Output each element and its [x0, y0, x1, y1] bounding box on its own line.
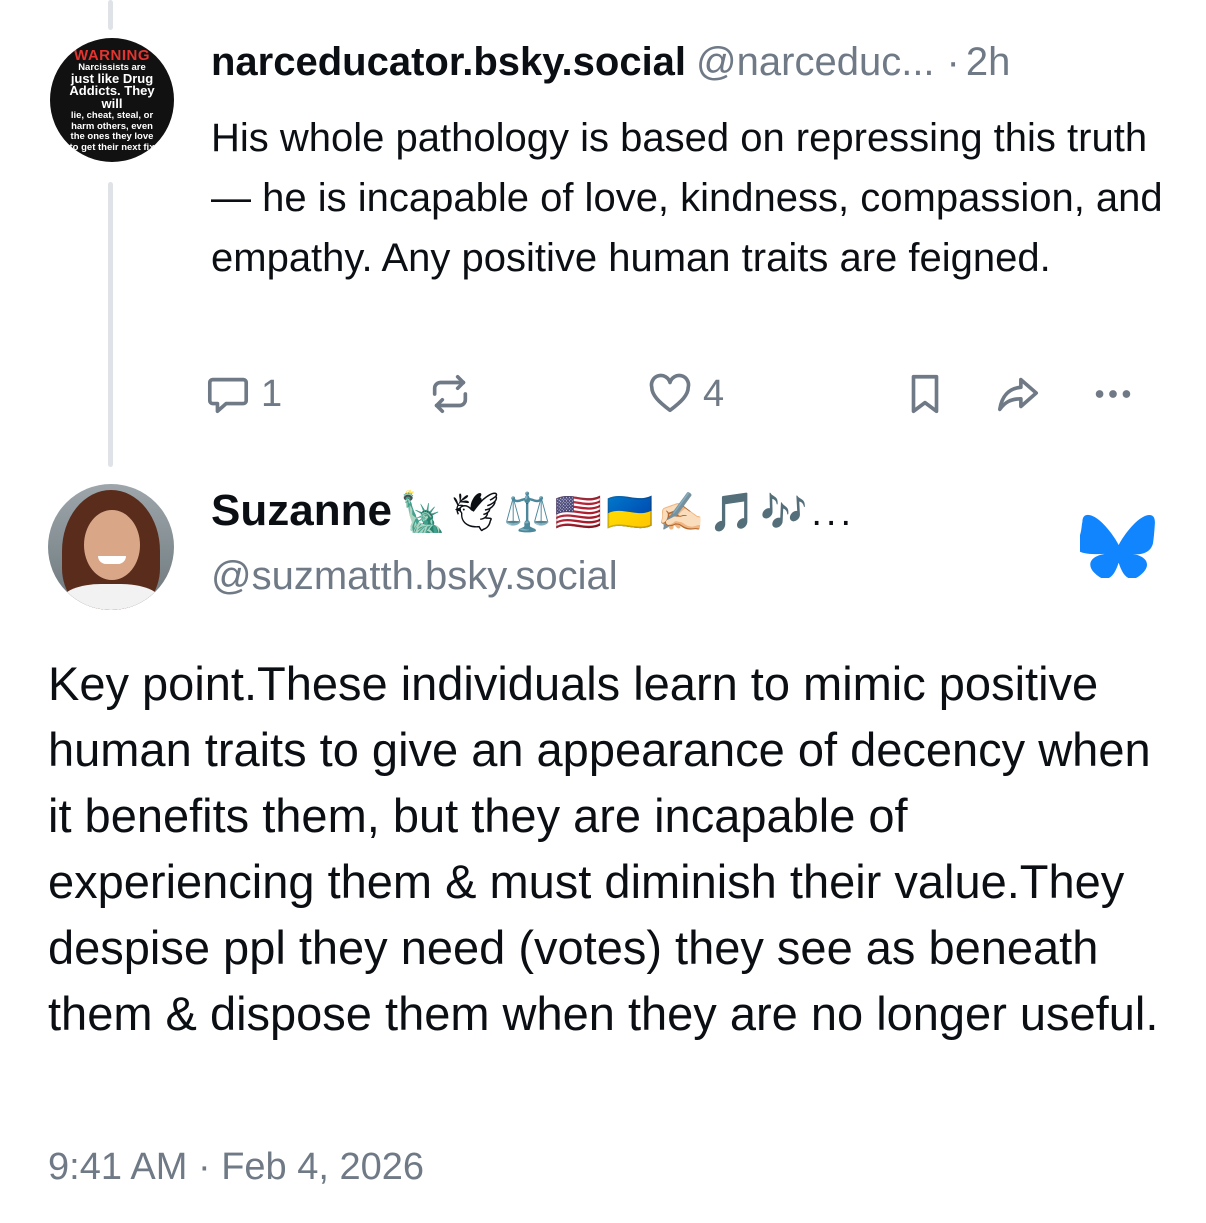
parent-display-name[interactable]: narceducator.bsky.social: [211, 40, 686, 84]
like-button[interactable]: 4: [647, 364, 724, 424]
more-options-button[interactable]: [1090, 364, 1136, 424]
reply-handle[interactable]: @suzmatth.bsky.social: [211, 554, 618, 599]
parent-post-text: His whole pathology is based on repressi…: [211, 116, 1163, 280]
name-emojis: 🗽🕊⚖️🇺🇸🇺🇦✍🏻🎵🎶...: [399, 492, 856, 534]
avatar-warning-text: Narcissists are just like Drug Addicts. …: [50, 62, 174, 153]
parent-post-actions: 1 4: [205, 364, 1150, 424]
avatar-line: Addicts. They will: [69, 83, 155, 111]
avatar-warning-title: WARNING: [74, 47, 150, 64]
reply-button[interactable]: 1: [205, 364, 282, 424]
reply-count: 1: [261, 372, 283, 415]
more-icon: [1095, 390, 1131, 398]
reply-icon: [207, 377, 249, 414]
bookmark-icon: [911, 374, 939, 414]
like-count: 4: [703, 372, 725, 415]
thread-line-top: [108, 0, 113, 30]
reply-display-name[interactable]: Suzanne: [211, 486, 392, 535]
parent-post-header: narceducator.bsky.social @narceduc... · 2h: [211, 40, 1171, 100]
post-timestamp[interactable]: 9:41 AM · Feb 4, 2026: [48, 1146, 424, 1189]
repost-icon: [432, 374, 468, 414]
bluesky-butterfly-icon: [1080, 514, 1155, 578]
reply-avatar[interactable]: [48, 484, 174, 610]
share-icon: [997, 377, 1039, 412]
reply-post-text: Key point.These individuals learn to mim…: [48, 657, 1159, 1040]
thread-line-bottom: [108, 182, 113, 467]
reply-display-name-row[interactable]: Suzanne 🗽🕊⚖️🇺🇸🇺🇦✍🏻🎵🎶...: [211, 486, 1061, 550]
like-icon: [649, 373, 691, 413]
separator-dot: ·: [946, 40, 960, 84]
parent-post-time[interactable]: 2h: [966, 40, 1011, 84]
share-button[interactable]: [995, 364, 1041, 424]
parent-handle[interactable]: @narceduc...: [696, 40, 935, 84]
avatar-line: the ones they love: [70, 131, 154, 142]
bookmark-button[interactable]: [902, 364, 948, 424]
repost-button[interactable]: [427, 364, 483, 424]
avatar-line: harm others, even: [71, 120, 153, 132]
parent-avatar[interactable]: WARNING Narcissists are just like Drug A…: [50, 38, 174, 162]
avatar-line: lie, cheat, steal, or: [70, 110, 154, 121]
avatar-line: to get their next fix: [69, 141, 155, 153]
